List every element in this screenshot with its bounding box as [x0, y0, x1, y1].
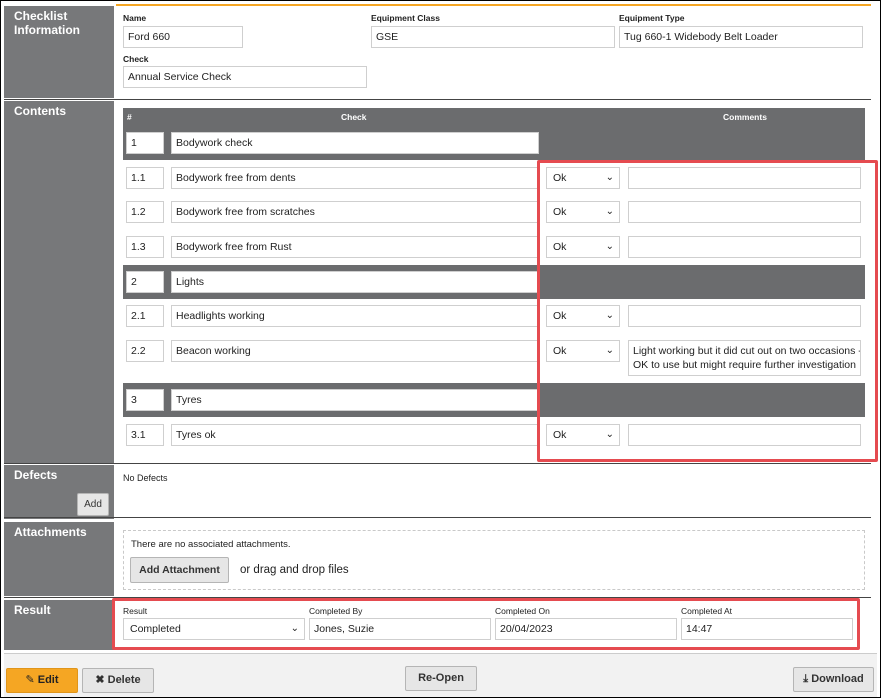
- chevron-down-icon: ⌄: [290, 623, 299, 634]
- check-field[interactable]: Annual Service Check: [123, 66, 367, 88]
- comment-field[interactable]: [628, 424, 861, 446]
- chevron-down-icon: ⌄: [605, 310, 614, 321]
- item-num-field[interactable]: 2.1: [126, 305, 164, 327]
- comment-field[interactable]: [628, 201, 861, 223]
- delete-button[interactable]: ✖ Delete: [82, 668, 154, 693]
- status-select[interactable]: Ok ⌄: [546, 167, 620, 189]
- item-num-field[interactable]: 1.1: [126, 167, 164, 189]
- chevron-down-icon: ⌄: [605, 429, 614, 440]
- col-num-header: #: [127, 112, 132, 122]
- item-check-field[interactable]: Bodywork free from Rust: [171, 236, 539, 258]
- equipment-type-field[interactable]: Tug 660-1 Widebody Belt Loader: [619, 26, 863, 48]
- reopen-button[interactable]: Re-Open: [405, 666, 477, 691]
- section-label-checklist-info: Checklist Information: [4, 6, 114, 98]
- group-title-field[interactable]: Bodywork check: [171, 132, 539, 154]
- item-num-field[interactable]: 1.2: [126, 201, 164, 223]
- contents-table-header: # Check Comments: [123, 108, 865, 126]
- divider: [4, 517, 871, 518]
- completed-by-field[interactable]: Jones, Suzie: [309, 618, 491, 640]
- completed-on-field[interactable]: 20/04/2023: [495, 618, 677, 640]
- group-num-field[interactable]: 2: [126, 271, 164, 293]
- item-check-field[interactable]: Headlights working: [171, 305, 539, 327]
- add-defect-button[interactable]: Add: [77, 493, 109, 516]
- col-check-header: Check: [341, 112, 367, 122]
- equipment-class-field[interactable]: GSE: [371, 26, 615, 48]
- edit-icon: ✎: [25, 674, 35, 686]
- comment-field[interactable]: [628, 305, 861, 327]
- section-label-result: Result: [4, 600, 114, 650]
- completed-at-label: Completed At: [681, 606, 733, 616]
- result-label: Result: [123, 606, 148, 616]
- no-attachments-text: There are no associated attachments.: [131, 539, 291, 550]
- item-check-field[interactable]: Beacon working: [171, 340, 539, 362]
- equipment-type-label: Equipment Type: [619, 13, 685, 23]
- completed-at-field[interactable]: 14:47: [681, 618, 853, 640]
- completed-on-label: Completed On: [495, 606, 550, 616]
- completed-by-label: Completed By: [309, 606, 363, 616]
- group-num-field[interactable]: 3: [126, 389, 164, 411]
- equipment-class-label: Equipment Class: [371, 13, 440, 23]
- chevron-down-icon: ⌄: [605, 345, 614, 356]
- name-field[interactable]: Ford 660: [123, 26, 243, 48]
- chevron-down-icon: ⌄: [605, 172, 614, 183]
- item-num-field[interactable]: 3.1: [126, 424, 164, 446]
- status-select[interactable]: Ok ⌄: [546, 236, 620, 258]
- name-label: Name: [123, 13, 147, 23]
- download-icon: ⤓: [803, 673, 809, 685]
- chevron-down-icon: ⌄: [605, 241, 614, 252]
- section-label-contents: Contents: [4, 101, 114, 463]
- edit-button[interactable]: ✎ Edit: [6, 668, 78, 693]
- download-button[interactable]: ⤓ Download: [793, 667, 874, 692]
- comment-field[interactable]: [628, 236, 861, 258]
- divider: [4, 463, 871, 464]
- chevron-down-icon: ⌄: [605, 206, 614, 217]
- add-attachment-button[interactable]: Add Attachment: [130, 557, 229, 583]
- divider: [4, 99, 871, 100]
- status-select[interactable]: Ok ⌄: [546, 340, 620, 362]
- item-num-field[interactable]: 2.2: [126, 340, 164, 362]
- comment-textarea[interactable]: Light working but it did cut out on two …: [628, 340, 861, 376]
- check-label: Check: [123, 54, 149, 64]
- col-comments-header: Comments: [723, 112, 767, 122]
- status-select[interactable]: Ok ⌄: [546, 201, 620, 223]
- item-num-field[interactable]: 1.3: [126, 236, 164, 258]
- item-check-field[interactable]: Tyres ok: [171, 424, 539, 446]
- comment-field[interactable]: [628, 167, 861, 189]
- divider: [4, 597, 871, 598]
- section-label-attachments: Attachments: [4, 522, 114, 596]
- result-select[interactable]: Completed ⌄: [123, 618, 305, 640]
- item-check-field[interactable]: Bodywork free from dents: [171, 167, 539, 189]
- group-title-field[interactable]: Tyres: [171, 389, 539, 411]
- top-accent-line: [116, 4, 871, 6]
- no-defects-text: No Defects: [123, 473, 168, 483]
- item-check-field[interactable]: Bodywork free from scratches: [171, 201, 539, 223]
- group-title-field[interactable]: Lights: [171, 271, 539, 293]
- status-select[interactable]: Ok ⌄: [546, 424, 620, 446]
- group-num-field[interactable]: 1: [126, 132, 164, 154]
- drag-drop-text: or drag and drop files: [240, 564, 349, 576]
- status-select[interactable]: Ok ⌄: [546, 305, 620, 327]
- close-icon: ✖: [95, 674, 105, 686]
